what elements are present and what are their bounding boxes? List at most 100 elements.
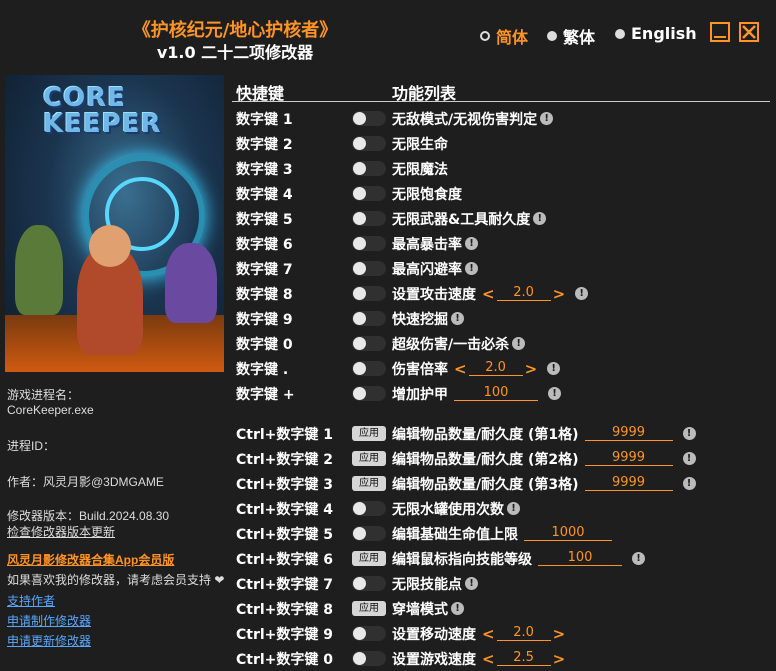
cheat-toggle[interactable] — [352, 286, 386, 301]
cheat-toggle[interactable] — [352, 651, 386, 666]
app-subtitle: v1.0 二十二项修改器 — [156, 43, 314, 62]
lang-simplified[interactable]: 简体 — [480, 24, 528, 48]
value-input[interactable]: 9999 — [584, 426, 673, 441]
info-icon[interactable]: ! — [682, 477, 696, 490]
hotkey-label: Ctrl+数字键 9 — [236, 626, 334, 643]
stepper-increase-icon[interactable]: > — [553, 650, 566, 668]
control-cell — [352, 311, 386, 326]
check-update-link[interactable]: 检查修改器版本更新 — [7, 523, 115, 540]
cheat-toggle[interactable] — [352, 236, 386, 251]
process-value: CoreKeeper.exe — [7, 403, 94, 417]
cheat-toggle[interactable] — [352, 626, 386, 641]
request-update-link[interactable]: 申请更新修改器 — [7, 632, 91, 649]
info-icon[interactable]: ! — [533, 212, 547, 225]
cheat-toggle[interactable] — [352, 336, 386, 351]
request-trainer-link[interactable]: 申请制作修改器 — [7, 612, 91, 629]
radio-icon — [615, 28, 625, 39]
value-stepper: <2.0 > — [454, 360, 537, 378]
function-cell: 无限魔法 — [392, 159, 448, 179]
cheat-row: 数字键 9 快速挖掘! — [236, 306, 770, 331]
close-button[interactable] — [739, 22, 759, 42]
cheat-row: 数字键 1 无敌模式/无视伤害判定! — [236, 106, 770, 131]
info-icon[interactable]: ! — [547, 362, 561, 375]
stepper-decrease-icon[interactable]: < — [482, 650, 495, 668]
cheat-row: 数字键 + 增加护甲 100! — [236, 381, 770, 406]
control-cell: 应用 — [352, 601, 386, 616]
lang-label: English — [631, 24, 697, 43]
stepper-increase-icon[interactable]: > — [525, 360, 538, 378]
info-icon[interactable]: ! — [465, 577, 478, 590]
cheat-toggle[interactable] — [352, 161, 386, 176]
function-cell: 无敌模式/无视伤害判定! — [392, 109, 554, 129]
stepper-value[interactable]: 2.5 — [496, 651, 551, 666]
function-label: 最高闪避率 — [392, 261, 462, 278]
cheat-toggle[interactable] — [352, 261, 386, 276]
cheat-toggle[interactable] — [352, 186, 386, 201]
cheat-row: 数字键 4 无限饱食度 — [236, 181, 770, 206]
cheat-toggle[interactable] — [352, 576, 386, 591]
info-icon[interactable]: ! — [512, 337, 526, 350]
info-icon[interactable]: ! — [465, 237, 478, 250]
lang-traditional[interactable]: 繁体 — [547, 24, 595, 48]
value-input[interactable]: 9999 — [584, 476, 673, 491]
cheat-toggle[interactable] — [352, 361, 386, 376]
control-cell: 应用 — [352, 551, 386, 566]
cheat-row: 数字键 3 无限魔法 — [236, 156, 770, 181]
apply-button[interactable]: 应用 — [352, 451, 386, 466]
lang-label: 繁体 — [563, 28, 596, 47]
cheat-toggle[interactable] — [352, 501, 386, 516]
info-icon[interactable]: ! — [451, 312, 464, 325]
control-cell — [352, 386, 386, 401]
cheat-toggle[interactable] — [352, 386, 386, 401]
stepper-value[interactable]: 2.0 — [468, 361, 523, 376]
apply-button[interactable]: 应用 — [352, 426, 386, 441]
stepper-decrease-icon[interactable]: < — [482, 625, 495, 643]
apply-button[interactable]: 应用 — [352, 476, 386, 491]
hotkey-label: Ctrl+数字键 6 — [236, 551, 334, 568]
function-label: 设置移动速度 — [392, 626, 476, 643]
cheat-row: 数字键 8 设置攻击速度 <2.0 >! — [236, 281, 770, 306]
support-author-link[interactable]: 支持作者 — [7, 592, 55, 609]
stepper-value[interactable]: 2.0 — [496, 286, 551, 301]
value-input[interactable]: 9999 — [584, 451, 673, 466]
minimize-button[interactable] — [710, 22, 730, 42]
apply-button[interactable]: 应用 — [352, 601, 386, 616]
cheat-row: Ctrl+数字键 2 应用 编辑物品数量/耐久度 (第2格) 9999! — [236, 446, 770, 471]
stepper-decrease-icon[interactable]: < — [454, 360, 467, 378]
info-icon[interactable]: ! — [465, 262, 478, 275]
stepper-value[interactable]: 2.0 — [496, 626, 551, 641]
hotkey-label: 数字键 9 — [236, 311, 293, 328]
vip-link[interactable]: 风灵月影修改器合集App会员版 — [7, 551, 174, 568]
info-icon[interactable]: ! — [507, 502, 520, 515]
info-icon[interactable]: ! — [682, 427, 696, 440]
cheat-toggle[interactable] — [352, 526, 386, 541]
hotkey-label: 数字键 0 — [236, 336, 293, 353]
cheat-toggle[interactable] — [352, 111, 386, 126]
stepper-increase-icon[interactable]: > — [553, 285, 566, 303]
info-icon[interactable]: ! — [575, 287, 589, 300]
function-cell: 编辑物品数量/耐久度 (第2格) 9999! — [392, 449, 696, 469]
info-icon[interactable]: ! — [548, 387, 561, 400]
lang-english[interactable]: English — [615, 24, 697, 43]
value-input[interactable]: 100 — [538, 551, 622, 566]
info-icon[interactable]: ! — [451, 602, 464, 615]
function-label: 最高暴击率 — [392, 236, 462, 253]
stepper-increase-icon[interactable]: > — [553, 625, 566, 643]
info-icon[interactable]: ! — [632, 552, 645, 565]
cheat-toggle[interactable] — [352, 311, 386, 326]
cheat-toggle[interactable] — [352, 211, 386, 226]
function-label: 无限水罐使用次数 — [392, 501, 504, 518]
control-cell — [352, 361, 386, 376]
info-icon[interactable]: ! — [540, 112, 554, 125]
cheat-toggle[interactable] — [352, 136, 386, 151]
function-cell: 最高闪避率! — [392, 259, 478, 279]
stepper-decrease-icon[interactable]: < — [482, 285, 495, 303]
apply-button[interactable]: 应用 — [352, 551, 386, 566]
info-icon[interactable]: ! — [682, 452, 696, 465]
value-input[interactable]: 100 — [454, 386, 538, 401]
hotkey-label: 数字键 4 — [236, 186, 293, 203]
value-input[interactable]: 1000 — [524, 526, 612, 541]
function-label: 无敌模式/无视伤害判定 — [392, 111, 538, 128]
radio-icon — [547, 31, 557, 41]
pid-label: 进程ID： — [7, 439, 56, 453]
